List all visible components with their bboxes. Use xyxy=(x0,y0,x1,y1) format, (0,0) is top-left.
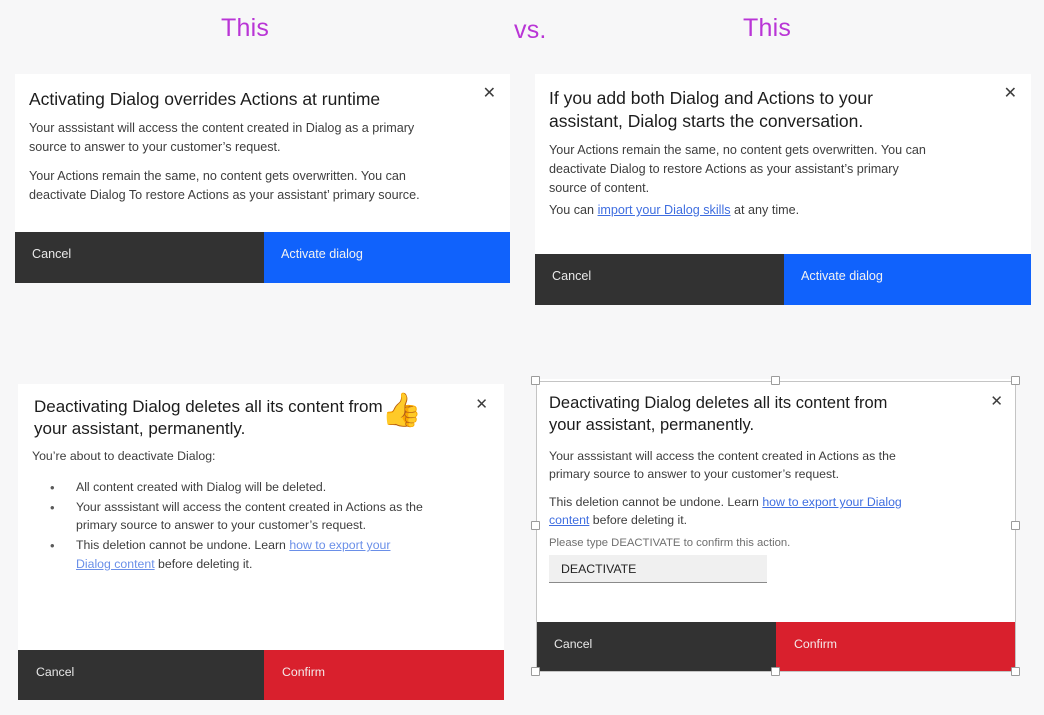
paragraph-prefix: This deletion cannot be undone. Learn xyxy=(549,495,763,509)
resize-handle-top-center[interactable] xyxy=(771,376,780,385)
close-icon[interactable]: ✕ xyxy=(990,394,1003,409)
modal-body: Activating Dialog overrides Actions at r… xyxy=(15,74,510,232)
resize-handle-bottom-right[interactable] xyxy=(1011,667,1020,676)
activate-dialog-button[interactable]: Activate dialog xyxy=(784,254,1031,305)
deactivate-confirm-input[interactable]: DEACTIVATE xyxy=(549,555,767,583)
close-icon[interactable]: ✕ xyxy=(1004,86,1017,102)
paragraph-prefix: You can xyxy=(549,203,598,217)
confirm-button[interactable]: Confirm xyxy=(264,650,504,700)
modal-paragraph-2: Your Actions remain the same, no content… xyxy=(29,169,420,202)
list-item-suffix: before deleting it. xyxy=(154,556,253,571)
modal-title: If you add both Dialog and Actions to yo… xyxy=(549,88,873,132)
modal-paragraph-2: This deletion cannot be undone. Learn ho… xyxy=(549,493,934,530)
resize-handle-bottom-center[interactable] xyxy=(771,667,780,676)
modal-paragraph-1: Your asssistant will access the content … xyxy=(549,449,896,482)
modal-title: Activating Dialog overrides Actions at r… xyxy=(29,89,381,109)
close-icon[interactable]: ✕ xyxy=(475,397,488,412)
modal-footer: Cancel Confirm xyxy=(18,650,504,700)
modal-deactivate-dialog-before: Deactivating Dialog deletes all its cont… xyxy=(18,384,504,700)
modal-title: Deactivating Dialog deletes all its cont… xyxy=(34,397,383,439)
modal-body: If you add both Dialog and Actions to yo… xyxy=(535,74,1031,254)
import-dialog-skills-link[interactable]: import your Dialog skills xyxy=(598,203,731,217)
cancel-button[interactable]: Cancel xyxy=(18,650,264,700)
modal-paragraph-2: You can import your Dialog skills at any… xyxy=(549,201,949,220)
modal-footer: Cancel Confirm xyxy=(536,622,1016,672)
modal-body: Deactivating Dialog deletes all its cont… xyxy=(536,379,1016,622)
modal-footer: Cancel Activate dialog xyxy=(15,232,510,283)
modal-deactivate-dialog-after: Deactivating Dialog deletes all its cont… xyxy=(536,379,1016,672)
paragraph-suffix: before deleting it. xyxy=(589,513,688,528)
list-item-prefix: This deletion cannot be undone. Learn xyxy=(76,538,290,553)
modal-paragraph-1: Your asssistant will access the content … xyxy=(29,121,415,154)
resize-handle-middle-right[interactable] xyxy=(1011,521,1020,530)
comparison-canvas: This vs. This Activating Dialog override… xyxy=(0,0,1044,715)
modal-title: Deactivating Dialog deletes all its cont… xyxy=(549,394,888,434)
modal-footer: Cancel Activate dialog xyxy=(535,254,1031,305)
header-label-left: This xyxy=(221,14,270,42)
thumbs-up-emoji: 👍 xyxy=(381,391,423,428)
resize-handle-bottom-left[interactable] xyxy=(531,667,540,676)
resize-handle-top-left[interactable] xyxy=(531,376,540,385)
modal-paragraph-1: Your Actions remain the same, no content… xyxy=(549,143,926,195)
list-item: All content created with Dialog will be … xyxy=(50,478,426,497)
resize-handle-top-right[interactable] xyxy=(1011,376,1020,385)
deactivate-consequences-list: All content created with Dialog will be … xyxy=(50,478,426,574)
modal-lead-text: You’re about to deactivate Dialog: xyxy=(32,449,216,463)
header-label-vs: vs. xyxy=(514,16,547,44)
modal-body: Deactivating Dialog deletes all its cont… xyxy=(18,384,504,650)
confirm-button[interactable]: Confirm xyxy=(776,622,1016,672)
header-label-right: This xyxy=(743,14,792,42)
modal-activate-dialog-after: If you add both Dialog and Actions to yo… xyxy=(535,74,1031,305)
confirm-field-label: Please type DEACTIVATE to confirm this a… xyxy=(549,537,791,549)
cancel-button[interactable]: Cancel xyxy=(535,254,784,305)
resize-handle-middle-left[interactable] xyxy=(531,521,540,530)
list-item: Your asssistant will access the content … xyxy=(50,498,426,535)
close-icon[interactable]: ✕ xyxy=(483,86,496,102)
activate-dialog-button[interactable]: Activate dialog xyxy=(264,232,510,283)
cancel-button[interactable]: Cancel xyxy=(15,232,264,283)
list-item: This deletion cannot be undone. Learn ho… xyxy=(50,536,426,573)
cancel-button[interactable]: Cancel xyxy=(536,622,776,672)
modal-activate-dialog-before: Activating Dialog overrides Actions at r… xyxy=(15,74,510,283)
paragraph-suffix: at any time. xyxy=(730,203,800,217)
